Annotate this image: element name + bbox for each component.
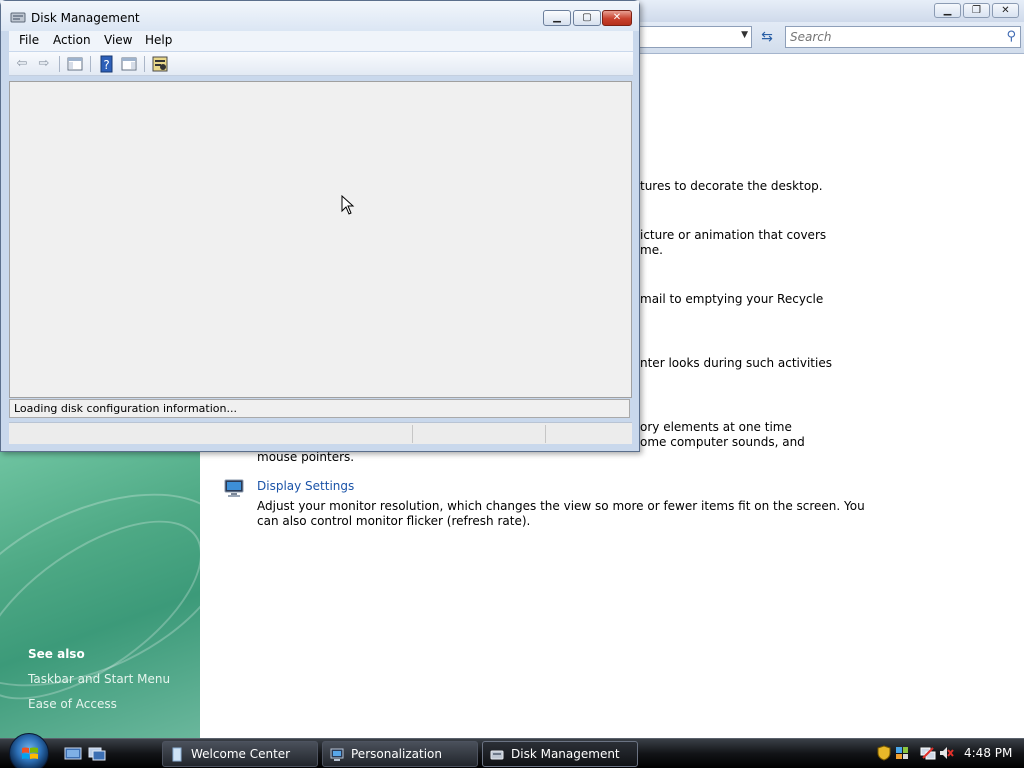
toolbar-separator <box>90 56 91 72</box>
menu-bar: File Action View Help <box>9 31 633 51</box>
close-button[interactable]: ✕ <box>602 10 632 26</box>
toolbar: ⇦ ⇨ ? <box>9 52 633 76</box>
start-button[interactable] <box>9 733 49 768</box>
network-icon[interactable] <box>920 745 936 761</box>
disk-management-titlebar[interactable]: Disk Management ▁ ▢ ✕ <box>1 1 639 31</box>
description-text: icture or animation that covers <box>640 228 827 242</box>
display-settings-link[interactable]: Display Settings <box>257 479 354 493</box>
taskbar-button-personalization[interactable]: Personalization <box>322 741 478 767</box>
description-text: ory elements at one time <box>640 420 792 434</box>
status-divider <box>545 425 546 443</box>
restore-icon: ❐ <box>972 5 981 16</box>
search-input[interactable] <box>790 29 990 45</box>
description-text: tures to decorate the desktop. <box>640 179 823 193</box>
close-icon: ✕ <box>612 12 622 23</box>
maximize-icon: ▢ <box>582 12 592 23</box>
content-pane <box>9 81 632 398</box>
taskbar-start-menu-link[interactable]: Taskbar and Start Menu <box>28 672 170 686</box>
taskbar-button-label: Welcome Center <box>191 747 291 761</box>
description-text: me. <box>640 243 663 257</box>
minimize-icon: ▁ <box>943 5 952 16</box>
ease-of-access-link[interactable]: Ease of Access <box>28 697 117 711</box>
menu-action[interactable]: Action <box>53 33 91 47</box>
restore-button[interactable]: ❐ <box>963 3 990 18</box>
status-text: Loading disk configuration information..… <box>14 402 237 415</box>
show-desktop-icon[interactable] <box>64 746 82 762</box>
close-icon: ✕ <box>1001 5 1010 16</box>
help-icon[interactable]: ? <box>97 55 115 73</box>
security-shield-icon[interactable] <box>876 745 892 761</box>
disk-management-icon <box>10 12 26 23</box>
minimize-icon: ▁ <box>553 12 561 23</box>
svg-text:?: ? <box>103 58 109 72</box>
clock[interactable]: 4:48 PM <box>964 746 1012 760</box>
disk-management-window: Disk Management ▁ ▢ ✕ File Action View H… <box>0 0 640 452</box>
description-text: mouse pointers. <box>257 450 355 464</box>
maximize-button[interactable]: ▢ <box>573 10 601 26</box>
description-text: nter looks during such activities <box>640 356 832 370</box>
taskbar: Welcome Center Personalization Disk Mana… <box>0 733 1024 768</box>
display-settings-description: can also control monitor flicker (refres… <box>257 514 531 528</box>
address-dropdown-icon[interactable]: ▼ <box>741 30 748 40</box>
search-box[interactable]: ⚲ <box>785 26 1021 48</box>
refresh-icon: ⇆ <box>761 29 773 45</box>
close-button[interactable]: ✕ <box>992 3 1019 18</box>
properties-icon[interactable] <box>151 55 169 73</box>
display-settings-icon[interactable] <box>223 478 245 498</box>
windows-sidebar-icon[interactable] <box>894 745 910 761</box>
forward-arrow-icon[interactable]: ⇨ <box>35 55 53 73</box>
switch-windows-icon[interactable] <box>88 746 106 762</box>
taskbar-button-label: Disk Management <box>511 747 620 761</box>
windows-logo-icon <box>22 747 38 759</box>
see-also-heading: See also <box>28 647 85 661</box>
disk-management-icon <box>490 750 504 760</box>
status-bar <box>9 422 632 444</box>
show-hide-console-tree-icon[interactable] <box>66 55 84 73</box>
back-arrow-icon[interactable]: ⇦ <box>13 55 31 73</box>
welcome-center-icon <box>172 747 182 762</box>
toolbar-separator <box>144 56 145 72</box>
volume-muted-icon[interactable] <box>938 745 954 761</box>
taskbar-button-welcome-center[interactable]: Welcome Center <box>162 741 318 767</box>
display-settings-description: Adjust your monitor resolution, which ch… <box>257 499 865 513</box>
taskbar-button-disk-management[interactable]: Disk Management <box>482 741 638 767</box>
minimize-button[interactable]: ▁ <box>543 10 571 26</box>
menu-file[interactable]: File <box>19 33 39 47</box>
search-icon[interactable]: ⚲ <box>1006 29 1016 44</box>
toolbar-separator <box>59 56 60 72</box>
show-hide-action-pane-icon[interactable] <box>120 55 138 73</box>
refresh-button[interactable]: ⇆ <box>756 26 778 48</box>
mouse-cursor-icon <box>341 195 355 215</box>
system-tray: 4:48 PM <box>870 739 1024 768</box>
menu-view[interactable]: View <box>104 33 132 47</box>
left-task-pane: See also Taskbar and Start Menu Ease of … <box>0 450 200 738</box>
taskbar-button-label: Personalization <box>351 747 442 761</box>
minimize-button[interactable]: ▁ <box>934 3 961 18</box>
window-title: Disk Management <box>31 11 140 25</box>
menu-help[interactable]: Help <box>145 33 172 47</box>
loading-status-bar: Loading disk configuration information..… <box>9 399 630 418</box>
personalization-icon <box>330 748 344 761</box>
description-text: ome computer sounds, and <box>640 435 805 449</box>
address-bar[interactable]: ▼ <box>640 26 752 48</box>
description-text: mail to emptying your Recycle <box>640 292 824 306</box>
status-divider <box>412 425 413 443</box>
